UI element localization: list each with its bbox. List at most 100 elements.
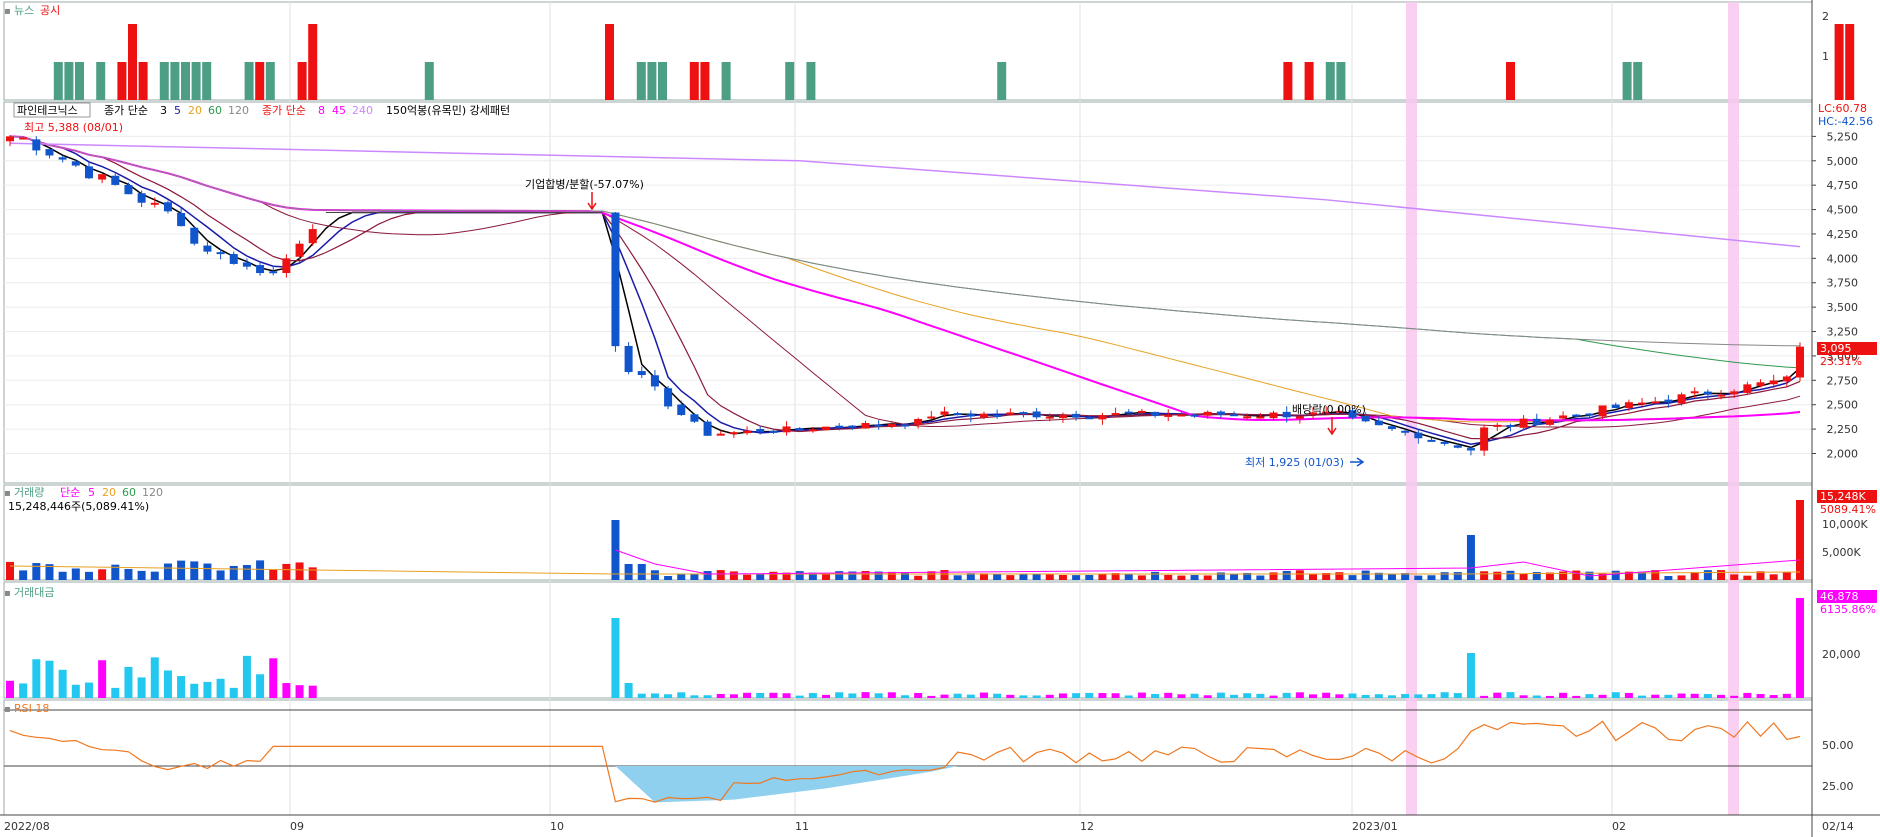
volume-bar	[229, 565, 238, 580]
price-tick-label: 3,500	[1827, 301, 1859, 314]
amount-bar	[1230, 694, 1239, 698]
volume-bar	[1335, 572, 1344, 580]
candle-up	[914, 418, 923, 425]
ma-period-240: 240	[352, 104, 373, 117]
amount-bars	[6, 598, 1804, 698]
amount-bar	[137, 677, 146, 698]
volume-bar	[993, 573, 1002, 580]
volume-bar	[1743, 575, 1752, 580]
candle-up	[1203, 411, 1212, 416]
news-bar	[53, 62, 63, 100]
amount-bar	[822, 694, 831, 698]
candle-up	[940, 411, 949, 415]
price-tick-label: 3,250	[1827, 326, 1859, 339]
x-label-jan: 2023/01	[1352, 820, 1398, 833]
news-bar	[997, 62, 1007, 100]
volume-bar	[650, 570, 659, 580]
date-highlights	[1406, 2, 1739, 815]
candle-up	[1045, 416, 1054, 419]
price-tick-label: 5,250	[1827, 130, 1859, 143]
candle-up	[927, 416, 936, 419]
amount-bar	[861, 692, 870, 698]
candle-down	[163, 202, 172, 212]
volume-bar	[756, 573, 765, 580]
volume-bar	[1177, 575, 1186, 580]
rsi-legend: ▪ RSI 18	[4, 702, 49, 715]
price-tick-label: 2,500	[1827, 399, 1859, 412]
volume-bar	[203, 563, 212, 580]
news-tick-2: 2	[1822, 10, 1829, 23]
ma-period-8: 8	[318, 104, 325, 117]
volume-ma-60: 60	[122, 486, 136, 499]
amount-bar	[1256, 693, 1265, 698]
volume-info: 15,248,446주(5,089.41%)	[8, 500, 149, 513]
candle-down	[1124, 411, 1133, 414]
volume-bar	[177, 560, 186, 580]
volume-bar	[124, 568, 133, 580]
volume-bar	[58, 571, 67, 580]
ma5-line	[9, 135, 1801, 445]
volume-bar	[1493, 571, 1502, 580]
amount-bar	[256, 674, 265, 698]
news-bar	[806, 62, 816, 100]
candle-up	[1651, 401, 1660, 404]
volume-bar	[1256, 575, 1265, 580]
amount-bar	[1690, 693, 1699, 698]
volume-bar	[6, 561, 14, 580]
volume-bar	[1717, 570, 1726, 580]
candle-up	[1690, 391, 1699, 394]
volume-bar	[1203, 575, 1212, 580]
candle-down	[1611, 404, 1620, 409]
amount-tick-20000: 20,000	[1822, 648, 1861, 661]
candle-up	[729, 432, 738, 435]
candle-up	[1782, 376, 1791, 382]
amount-bar	[782, 693, 791, 698]
volume-bar	[1480, 571, 1489, 580]
volume-bar	[1295, 570, 1304, 580]
volume-bar	[98, 569, 107, 580]
volume-bar	[624, 564, 633, 580]
amount-bar	[124, 666, 133, 698]
merge-arrow	[587, 192, 597, 211]
volume-bar	[1559, 571, 1568, 580]
volume-bar	[1072, 575, 1081, 580]
ma8-line	[9, 135, 1801, 440]
candle-down	[1572, 414, 1581, 417]
amount-bar	[1769, 695, 1778, 698]
ma20-line	[9, 135, 1801, 428]
volume-bar	[1137, 575, 1146, 580]
amount-bar	[1427, 694, 1436, 698]
last-amount: 46,878	[1820, 590, 1859, 603]
candle-up	[1730, 391, 1739, 395]
price-tick-label: 4,000	[1827, 252, 1859, 265]
amount-bar	[1703, 694, 1712, 698]
amount-bar	[808, 693, 817, 698]
volume-bar	[1151, 571, 1160, 580]
volume-bar	[664, 575, 673, 580]
ma-period-45: 45	[332, 104, 346, 117]
amount-bar	[1032, 695, 1041, 698]
amount-bar	[1598, 694, 1607, 698]
candle-down	[229, 253, 238, 264]
amount-bar	[1177, 694, 1186, 698]
amount-bar	[1295, 692, 1304, 698]
panel-frame-news	[3, 1, 1813, 101]
ma240-line	[9, 135, 1800, 347]
amount-bar	[1743, 692, 1752, 698]
amount-bar	[1098, 693, 1107, 698]
volume-bar	[84, 571, 93, 580]
volume-bar	[690, 574, 699, 580]
amount-bar	[1151, 693, 1160, 698]
x-label-aug: 2022/08	[4, 820, 50, 833]
volume-bar	[282, 563, 291, 580]
date-highlight	[1406, 2, 1417, 815]
amount-bar	[6, 680, 14, 698]
merge-annotation: 기업합병/분할(-57.07%)	[525, 178, 644, 191]
amount-bar	[1006, 694, 1015, 698]
amount-bar	[45, 660, 54, 698]
volume-bar	[1519, 573, 1528, 580]
candle-down	[58, 157, 67, 160]
amount-bar	[32, 659, 41, 698]
candle-down	[45, 149, 54, 156]
volume-bar	[1506, 570, 1515, 580]
